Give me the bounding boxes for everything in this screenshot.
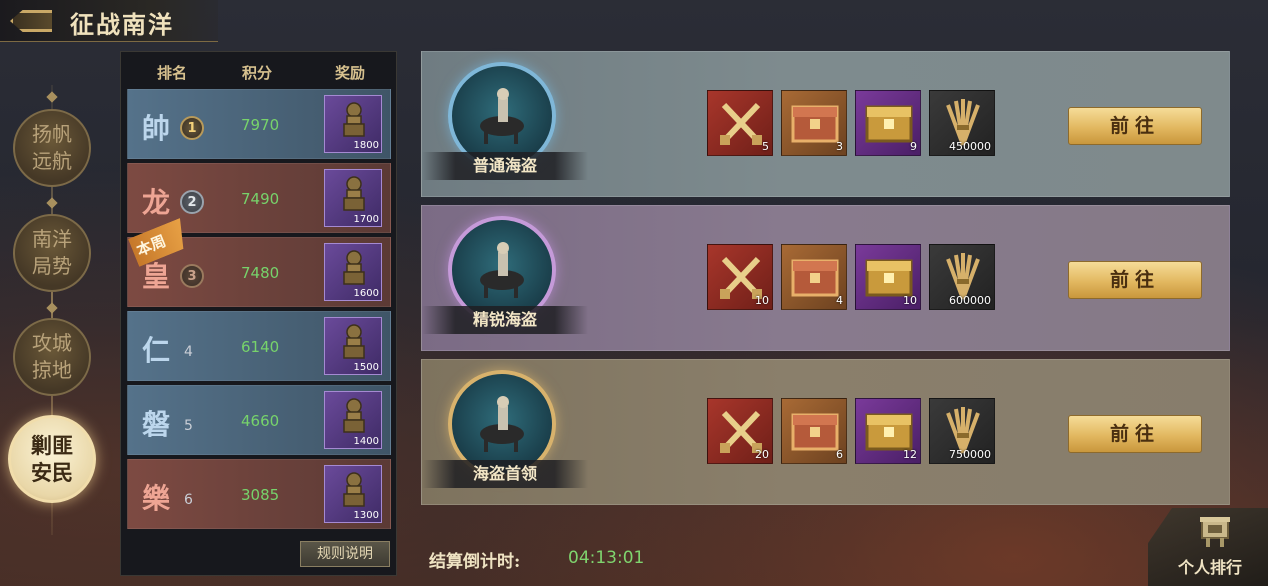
rank-number: 5	[184, 418, 193, 434]
reward-item[interactable]: 1300	[324, 465, 382, 523]
enemy-card-normal-pirate: 普通海盗 5 3 9 450000 前往	[421, 51, 1230, 197]
reward-quantity: 1800	[353, 140, 379, 151]
rules-button[interactable]: 规则说明	[300, 541, 390, 567]
bronze-seal-icon	[343, 472, 365, 507]
reward-item[interactable]: 10	[707, 244, 773, 310]
reward-item[interactable]: 3	[781, 90, 847, 156]
enemy-card-elite-pirate: 精锐海盗 10 4 10 600000 前往	[421, 205, 1230, 351]
personal-rank-label: 个人排行	[1178, 558, 1243, 577]
guild-glyph: 帥	[142, 112, 171, 145]
nav-diamond-icon	[46, 91, 58, 103]
rank-number: 3	[180, 264, 204, 288]
ranking-row: 樂 6 3085 1300	[127, 459, 391, 529]
rank-score: 6140	[241, 338, 280, 356]
countdown-label: 结算倒计时:	[429, 552, 521, 572]
nav-item-siege[interactable]: 攻城 掠地	[13, 318, 91, 396]
enemy-card-pirate-leader: 海盗首领 20 6 12 750000 前往	[421, 359, 1230, 505]
reward-quantity: 1700	[353, 214, 379, 225]
enemy-name: 精锐海盗	[422, 306, 588, 334]
nav-diamond-icon	[46, 302, 58, 314]
pirate-rider-icon	[480, 396, 524, 452]
reward-quantity: 9	[910, 140, 917, 153]
guild-glyph: 磐	[142, 408, 171, 441]
ranking-row: 磐 5 4660 1400	[127, 385, 391, 455]
nav-item-sail[interactable]: 扬帆 远航	[13, 109, 91, 187]
ranking-row: 龙 2 7490 1700	[127, 163, 391, 233]
reward-item[interactable]: 450000	[929, 90, 995, 156]
pirate-rider-icon	[480, 242, 524, 298]
pirate-rider-icon	[480, 88, 524, 144]
reward-quantity: 1400	[353, 436, 379, 447]
reward-quantity: 10	[903, 294, 917, 307]
back-button[interactable]	[4, 4, 60, 38]
reward-item[interactable]: 750000	[929, 398, 995, 464]
reward-item[interactable]: 1700	[324, 169, 382, 227]
reward-quantity: 20	[755, 448, 769, 461]
reward-quantity: 1600	[353, 288, 379, 299]
back-arrow-icon	[10, 10, 52, 32]
reward-quantity: 600000	[949, 294, 991, 307]
rank-score: 3085	[241, 486, 280, 504]
reward-quantity: 12	[903, 448, 917, 461]
reward-item[interactable]: 5	[707, 90, 773, 156]
reward-item[interactable]: 1600	[324, 243, 382, 301]
rank-number: 6	[184, 492, 193, 508]
rank-number: 4	[184, 344, 193, 360]
reward-item[interactable]: 9	[855, 90, 921, 156]
reward-quantity: 6	[836, 448, 843, 461]
side-nav: 扬帆 远航 南洋 局势 攻城 掠地 剿匪 安民	[0, 85, 104, 555]
nav-item-bandit-suppression[interactable]: 剿匪 安民	[8, 415, 96, 503]
reward-item[interactable]: 4	[781, 244, 847, 310]
guild-glyph: 仁	[142, 334, 171, 367]
enemy-name: 普通海盗	[422, 152, 588, 180]
rank-score: 4660	[241, 412, 280, 430]
reward-quantity: 1500	[353, 362, 379, 373]
countdown-timer: 04:13:01	[568, 548, 645, 568]
rank-number: 2	[180, 190, 204, 214]
rank-score: 7490	[241, 190, 280, 208]
reward-quantity: 10	[755, 294, 769, 307]
rank-number: 1	[180, 116, 204, 140]
reward-item[interactable]: 1800	[324, 95, 382, 153]
ranking-row: 帥 1 7970 1800	[127, 89, 391, 159]
reward-quantity: 3	[836, 140, 843, 153]
reward-quantity: 5	[762, 140, 769, 153]
reward-quantity: 450000	[949, 140, 991, 153]
enemy-name: 海盗首领	[422, 460, 588, 488]
goto-button[interactable]: 前往	[1068, 415, 1202, 453]
reward-column-header: 奖励	[335, 64, 366, 82]
nav-diamond-icon	[46, 197, 58, 209]
score-column-header: 积分	[242, 64, 273, 82]
bronze-seal-icon	[343, 176, 365, 211]
personal-rank-button[interactable]: 个人排行	[1148, 508, 1268, 586]
rank-score: 7480	[241, 264, 280, 282]
reward-item[interactable]: 6	[781, 398, 847, 464]
goto-button[interactable]: 前往	[1068, 107, 1202, 145]
goto-button[interactable]: 前往	[1068, 261, 1202, 299]
reward-quantity: 750000	[949, 448, 991, 461]
title-bar: 征战南洋	[0, 0, 218, 42]
ritual-vessel-icon	[1200, 517, 1230, 547]
reward-quantity: 4	[836, 294, 843, 307]
reward-item[interactable]: 10	[855, 244, 921, 310]
bronze-seal-icon	[343, 250, 365, 285]
rank-column-header: 排名	[157, 64, 188, 82]
guild-glyph: 龙	[142, 186, 171, 219]
guild-glyph: 樂	[142, 482, 171, 515]
ranking-header: 排名 积分 奖励	[121, 52, 398, 90]
reward-item[interactable]: 1500	[324, 317, 382, 375]
reward-item[interactable]: 1400	[324, 391, 382, 449]
reward-item[interactable]: 20	[707, 398, 773, 464]
reward-quantity: 1300	[353, 510, 379, 521]
rank-score: 7970	[241, 116, 280, 134]
nav-item-situation[interactable]: 南洋 局势	[13, 214, 91, 292]
reward-item[interactable]: 600000	[929, 244, 995, 310]
bronze-seal-icon	[343, 324, 365, 359]
bronze-seal-icon	[343, 102, 365, 137]
bronze-seal-icon	[343, 398, 365, 433]
reward-item[interactable]: 12	[855, 398, 921, 464]
ranking-row: 仁 4 6140 1500	[127, 311, 391, 381]
page-title: 征战南洋	[70, 10, 174, 39]
